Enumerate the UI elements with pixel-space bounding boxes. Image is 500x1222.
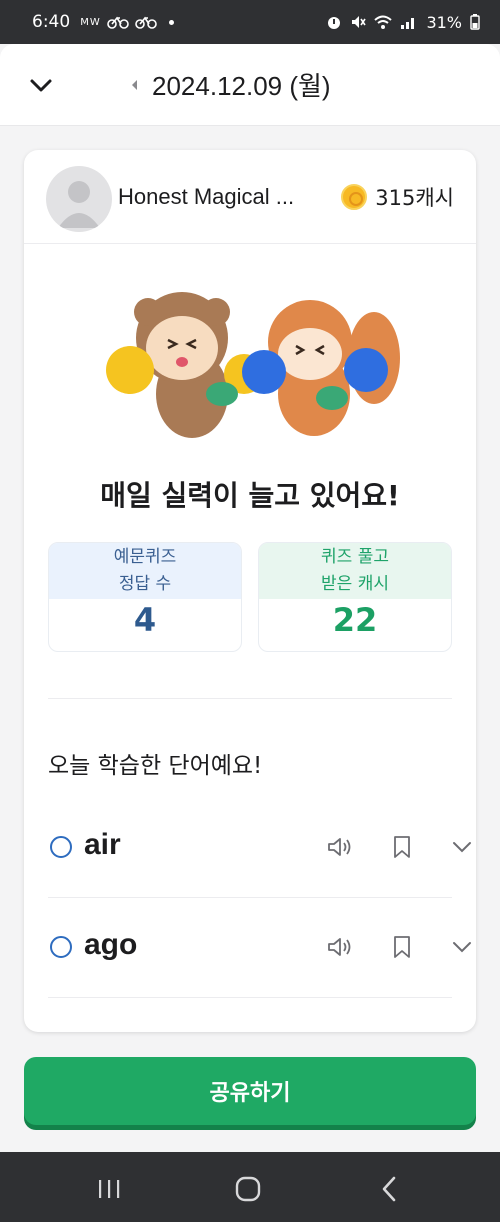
coin-icon: [341, 184, 368, 210]
status-time: 6:40: [32, 12, 71, 32]
chevron-down-icon: [30, 79, 52, 92]
mascot-illustration: [106, 292, 400, 438]
notification-icons: MW: [80, 15, 174, 29]
stat-value: 4: [133, 601, 157, 639]
top-header: 2024.12.09 (월): [0, 44, 500, 126]
bookmark-icon: [394, 936, 410, 958]
alarm-icon: [328, 17, 341, 29]
speaker-icon: [328, 838, 351, 856]
squirrel-mascot: [242, 300, 400, 436]
recents-button[interactable]: [94, 1174, 124, 1204]
stat-label-line1: 퀴즈 풀고: [321, 547, 389, 567]
bookmark-button[interactable]: [388, 833, 416, 861]
section-divider: [48, 698, 452, 699]
caret-left-icon[interactable]: [130, 79, 138, 91]
status-bar: 6:40 MW 31%: [0, 0, 500, 44]
stat-label: 예문퀴즈 정답 수: [49, 543, 241, 599]
date-label: 2024.12.09 (월): [152, 71, 331, 101]
word-row[interactable]: ago: [48, 898, 471, 998]
battery-text: 31%: [426, 12, 462, 32]
system-nav-bar: [0, 1152, 500, 1222]
home-icon: [235, 1176, 261, 1202]
collapse-button[interactable]: [26, 70, 56, 100]
bookmark-button[interactable]: [388, 933, 416, 961]
stat-value: 22: [332, 601, 378, 639]
cash-balance: 315캐시: [341, 182, 454, 212]
notification-text: MW: [80, 16, 101, 28]
notification-dot-icon: [168, 19, 174, 25]
speaker-button[interactable]: [326, 833, 354, 861]
quiz-correct-stat: 예문퀴즈 정답 수 4: [48, 542, 242, 652]
share-button[interactable]: 공유하기: [24, 1057, 476, 1125]
stat-label-line1: 예문퀴즈: [113, 547, 177, 567]
home-button[interactable]: [233, 1174, 263, 1204]
back-button[interactable]: [374, 1174, 404, 1204]
circle-icon: [50, 936, 72, 958]
recents-icon: [99, 1180, 120, 1198]
person-icon: [58, 181, 100, 228]
cash-amount: 315캐시: [375, 186, 454, 210]
date-selector: 2024.12.09 (월): [130, 66, 331, 103]
mute-icon: [352, 16, 367, 28]
back-icon: [382, 1176, 396, 1202]
monkey-mascot: [106, 292, 264, 438]
battery-icon: [470, 14, 480, 30]
stat-label: 퀴즈 풀고 받은 캐시: [259, 543, 451, 599]
wifi-icon: [374, 15, 393, 29]
bike-icon: [134, 16, 157, 29]
headline: 매일 실력이 늘고 있어요!: [100, 479, 400, 512]
expand-button[interactable]: [448, 933, 476, 961]
quiz-cash-stat: 퀴즈 풀고 받은 캐시 22: [258, 542, 452, 652]
signal-icon: [401, 18, 415, 29]
speaker-icon: [328, 938, 351, 956]
bookmark-icon: [394, 836, 410, 858]
chevron-down-icon: [453, 942, 471, 953]
words-section-title: 오늘 학습한 단어예요!: [48, 753, 263, 779]
avatar: [46, 166, 112, 232]
word-text: ago: [84, 928, 138, 961]
chevron-down-icon: [453, 842, 471, 853]
expand-button[interactable]: [448, 833, 476, 861]
user-name: Honest Magical ...: [118, 184, 295, 209]
stat-label-line2: 정답 수: [118, 574, 172, 594]
stat-label-line2: 받은 캐시: [321, 574, 389, 594]
circle-icon: [50, 836, 72, 858]
summary-card: Honest Magical ... 315캐시 매일 실력이 늘고 있어요! …: [24, 150, 476, 1032]
user-row: Honest Magical ... 315캐시: [24, 150, 476, 244]
word-text: air: [84, 828, 121, 861]
system-icons: 31%: [326, 13, 480, 32]
speaker-button[interactable]: [326, 933, 354, 961]
bike-icon: [106, 16, 129, 29]
word-row[interactable]: air: [48, 798, 471, 898]
